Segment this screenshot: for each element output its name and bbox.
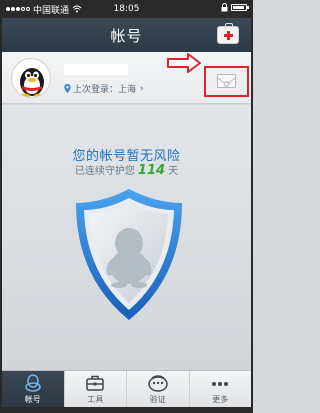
guard-prefix: 已连续守护您 [74, 166, 135, 177]
shield-icon[interactable] [72, 187, 186, 322]
envelope-icon [217, 74, 236, 88]
first-aid-kit-icon[interactable] [217, 23, 239, 44]
last-login-label: 上次登录：上海 [73, 85, 137, 95]
battery-icon [231, 4, 249, 11]
lock-rotation-icon [221, 3, 228, 12]
qq-penguin-avatar-icon [20, 68, 44, 97]
guard-days-line: 已连续守护您 114 天 [2, 162, 251, 178]
message-button[interactable] [204, 66, 249, 97]
arrow-right-icon [167, 53, 201, 73]
tab-label: 工具 [87, 395, 104, 404]
guard-days-count: 114 [137, 163, 166, 178]
tab-bar: 帐号 工具 验证 更多 [2, 370, 251, 407]
verify-dial-icon [148, 375, 168, 392]
last-login-row[interactable]: 上次登录：上海 › [64, 82, 144, 95]
page-title: 帐号 [110, 26, 143, 45]
toolbox-icon [86, 375, 104, 391]
tab-label: 帐号 [24, 395, 41, 404]
qq-penguin-icon [25, 374, 41, 392]
device-frame-bottom [0, 407, 253, 413]
tab-verify[interactable]: 验证 [127, 371, 190, 407]
status-bar: 中国联通 18:05 [2, 2, 251, 16]
tab-account[interactable]: 帐号 [2, 371, 65, 407]
chevron-right-icon: › [140, 83, 144, 94]
tab-tools[interactable]: 工具 [65, 371, 127, 407]
nav-bar: 帐号 [2, 18, 251, 52]
tab-more[interactable]: 更多 [190, 371, 252, 407]
more-dots-icon [212, 382, 229, 386]
location-pin-icon [64, 84, 71, 93]
username-redacted [64, 64, 128, 75]
guard-suffix: 天 [168, 166, 179, 177]
security-panel: 您的帐号暂无风险 已连续守护您 114 天 [2, 105, 251, 370]
status-time: 18:05 [113, 4, 140, 14]
envelope-flap-icon [217, 77, 236, 87]
tab-label: 更多 [212, 395, 229, 404]
avatar[interactable] [11, 58, 51, 98]
status-right [221, 3, 249, 12]
tab-label: 验证 [149, 395, 166, 404]
device-frame-right [251, 0, 253, 413]
